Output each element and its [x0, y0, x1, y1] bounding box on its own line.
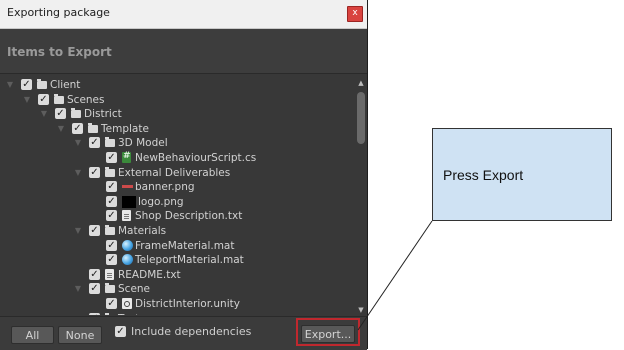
- tree-item-label: Shop Description.txt: [135, 209, 242, 223]
- text-file-icon: [105, 269, 114, 280]
- folder-icon: [105, 227, 115, 235]
- expand-arrow-icon[interactable]: ▼: [39, 107, 49, 121]
- window-title: Exporting package: [7, 6, 110, 19]
- callout-box: Press Export: [432, 128, 612, 221]
- expand-arrow-icon[interactable]: ▼: [22, 93, 32, 107]
- items-header: Items to Export: [0, 29, 367, 74]
- tree-item-checkbox[interactable]: ✓: [106, 240, 117, 251]
- folder-icon: [105, 169, 115, 177]
- tree-item-label: logo.png: [138, 195, 184, 209]
- expand-arrow-icon[interactable]: ▼: [73, 166, 83, 180]
- expand-arrow-icon[interactable]: ▼: [56, 122, 66, 136]
- tree-item-checkbox[interactable]: ✓: [89, 167, 100, 178]
- tree-item-label: Scene: [118, 282, 150, 296]
- tree-item-label: FrameMaterial.mat: [135, 239, 235, 253]
- tree-row[interactable]: ▼ ✓ Textures: [0, 312, 356, 315]
- text-file-icon: [122, 210, 131, 221]
- folder-icon: [54, 96, 64, 104]
- tree-row[interactable]: ▼ ✓ Scenes: [0, 93, 356, 107]
- tree-item-label: banner.png: [135, 180, 195, 194]
- csharp-script-icon: [122, 152, 131, 163]
- tree-row[interactable]: ✓ DistrictInterior.unity: [0, 297, 356, 311]
- scrollbar-thumb[interactable]: [357, 92, 365, 144]
- tree-row[interactable]: ✓ logo.png: [0, 195, 356, 209]
- material-icon: [122, 240, 133, 251]
- tree-item-label: README.txt: [118, 268, 181, 282]
- tree-row[interactable]: ✓ Shop Description.txt: [0, 209, 356, 223]
- include-dependencies-checkbox[interactable]: ✓: [115, 326, 126, 337]
- tree-item-checkbox[interactable]: ✓: [106, 181, 117, 192]
- tree-item-label: Materials: [118, 224, 166, 238]
- folder-icon: [37, 81, 47, 89]
- all-button[interactable]: All: [11, 326, 54, 344]
- expand-arrow-icon[interactable]: ▼: [73, 282, 83, 296]
- tree-item-label: Scenes: [67, 93, 104, 107]
- tree-row[interactable]: ▼ ✓ Client: [0, 78, 356, 92]
- tree-item-label: TeleportMaterial.mat: [135, 253, 244, 267]
- folder-icon: [105, 285, 115, 293]
- expand-arrow-icon[interactable]: ▼: [73, 312, 83, 315]
- tree-row[interactable]: ✓ README.txt: [0, 268, 356, 282]
- unity-scene-icon: [122, 298, 132, 309]
- tree-item-checkbox[interactable]: ✓: [106, 298, 117, 309]
- title-bar: Exporting package x: [0, 0, 367, 29]
- tree-item-checkbox[interactable]: ✓: [89, 313, 100, 315]
- tree-item-checkbox[interactable]: ✓: [89, 225, 100, 236]
- tree-item-checkbox[interactable]: ✓: [89, 269, 100, 280]
- tree-item-label: Template: [101, 122, 149, 136]
- items-to-export-heading: Items to Export: [7, 45, 112, 59]
- folder-icon: [71, 110, 81, 118]
- tree-item-label: External Deliverables: [118, 166, 230, 180]
- export-package-window: Exporting package x Items to Export ▼✓Cl…: [0, 0, 368, 349]
- tree-item-label: NewBehaviourScript.cs: [135, 151, 256, 165]
- image-icon: [122, 185, 133, 188]
- tree-row[interactable]: ▼ ✓ Materials: [0, 224, 356, 238]
- tree-item-checkbox[interactable]: ✓: [106, 152, 117, 163]
- none-button[interactable]: None: [58, 326, 102, 344]
- expand-arrow-icon[interactable]: ▼: [5, 78, 15, 92]
- tree-item-checkbox[interactable]: ✓: [72, 123, 83, 134]
- tree-item-label: District: [84, 107, 122, 121]
- tree-item-checkbox[interactable]: ✓: [106, 196, 117, 207]
- material-icon: [122, 254, 133, 265]
- tree-item-checkbox[interactable]: ✓: [21, 79, 32, 90]
- tree-item-checkbox[interactable]: ✓: [89, 283, 100, 294]
- callout-text: Press Export: [443, 167, 523, 183]
- tree-item-label: Textures: [118, 312, 162, 315]
- expand-arrow-icon[interactable]: ▼: [73, 224, 83, 238]
- scroll-down-icon[interactable]: ▼: [357, 306, 365, 314]
- tree-row[interactable]: ▼ ✓ 3D Model: [0, 136, 356, 150]
- tree-row[interactable]: ▼ ✓ District: [0, 107, 356, 121]
- tree-item-checkbox[interactable]: ✓: [106, 254, 117, 265]
- folder-icon: [88, 125, 98, 133]
- folder-icon: [105, 139, 115, 147]
- tree-row[interactable]: ✓ banner.png: [0, 180, 356, 194]
- tree-item-label: DistrictInterior.unity: [135, 297, 240, 311]
- export-highlight-box: [296, 318, 360, 346]
- expand-arrow-icon[interactable]: ▼: [73, 136, 83, 150]
- tree-item-checkbox[interactable]: ✓: [55, 108, 66, 119]
- tree-item-label: Client: [50, 78, 80, 92]
- tree-row[interactable]: ▼ ✓ External Deliverables: [0, 166, 356, 180]
- tree-row[interactable]: ✓ TeleportMaterial.mat: [0, 253, 356, 267]
- image-icon: [122, 196, 136, 208]
- include-dependencies-label: Include dependencies: [131, 325, 251, 338]
- tree-item-checkbox[interactable]: ✓: [38, 94, 49, 105]
- tree-row[interactable]: ✓ NewBehaviourScript.cs: [0, 151, 356, 165]
- tree-item-checkbox[interactable]: ✓: [89, 137, 100, 148]
- tree-row[interactable]: ✓ FrameMaterial.mat: [0, 239, 356, 253]
- scroll-up-icon[interactable]: ▲: [357, 79, 365, 87]
- tree-row[interactable]: ▼ ✓ Scene: [0, 282, 356, 296]
- tree-item-label: 3D Model: [118, 136, 168, 150]
- close-icon[interactable]: x: [347, 6, 363, 22]
- asset-tree: ▼✓Client▼✓Scenes▼✓District▼✓Template▼✓3D…: [0, 75, 356, 315]
- tree-item-checkbox[interactable]: ✓: [106, 210, 117, 221]
- tree-row[interactable]: ▼ ✓ Template: [0, 122, 356, 136]
